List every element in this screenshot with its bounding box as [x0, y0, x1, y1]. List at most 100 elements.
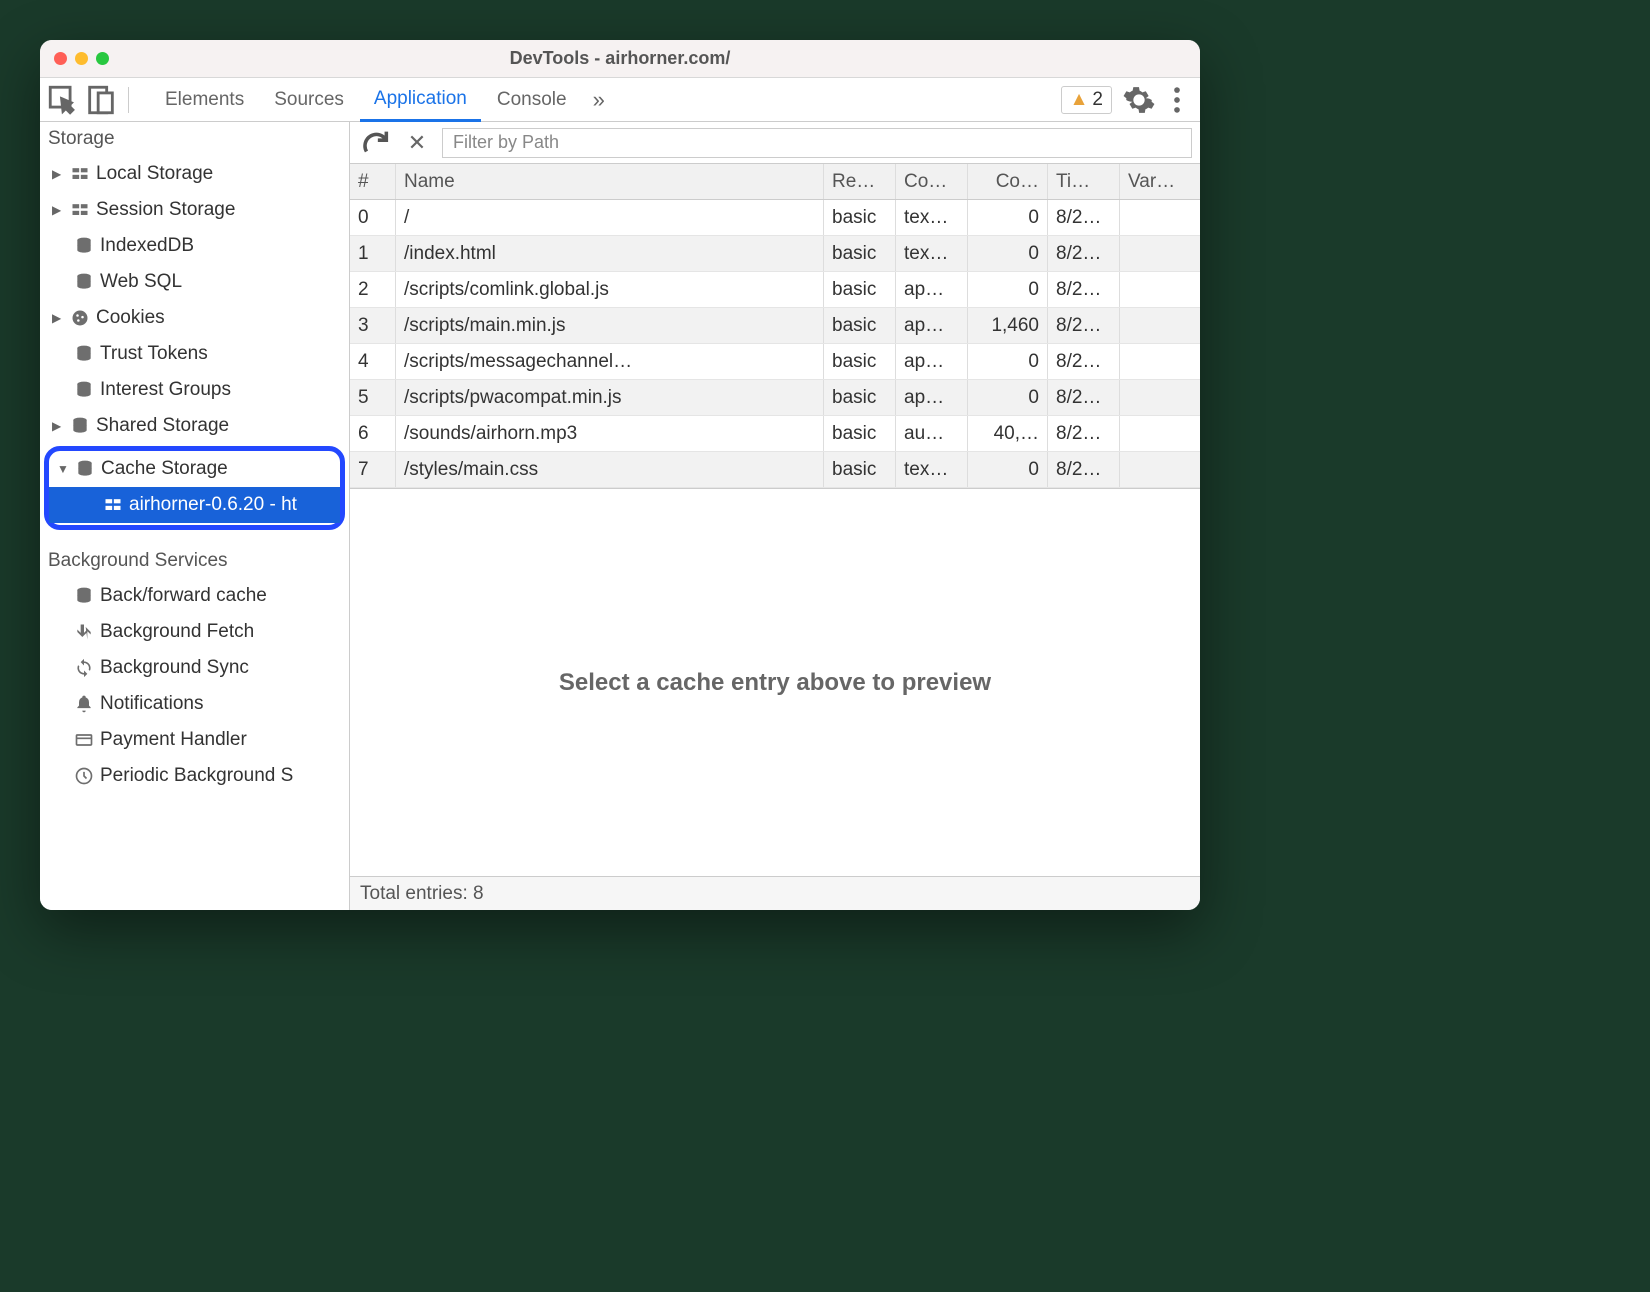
database-icon	[74, 344, 94, 364]
sidebar-item-trust-tokens[interactable]: Trust Tokens	[40, 336, 349, 372]
kebab-menu-icon[interactable]	[1160, 83, 1194, 117]
cell-co1: tex…	[896, 200, 968, 235]
label: Background Fetch	[100, 621, 254, 643]
sidebar-item-payment-handler[interactable]: Payment Handler	[40, 722, 349, 758]
sidebar-item-websql[interactable]: Web SQL	[40, 264, 349, 300]
label: Payment Handler	[100, 729, 247, 751]
table-row[interactable]: 2/scripts/comlink.global.jsbasicap…08/2…	[350, 272, 1200, 308]
cell-var	[1120, 200, 1200, 235]
sidebar-item-cookies[interactable]: ▶ Cookies	[40, 300, 349, 336]
tab-sources[interactable]: Sources	[260, 78, 358, 122]
more-tabs-icon[interactable]: »	[583, 87, 615, 113]
table-row[interactable]: 5/scripts/pwacompat.min.jsbasicap…08/2…	[350, 380, 1200, 416]
cell-re: basic	[824, 200, 896, 235]
refresh-icon[interactable]	[358, 126, 392, 160]
titlebar: DevTools - airhorner.com/	[40, 40, 1200, 78]
warning-icon: ▲	[1070, 89, 1089, 111]
label: Back/forward cache	[100, 585, 267, 607]
label: Background Sync	[100, 657, 249, 679]
filter-input[interactable]	[442, 128, 1192, 158]
panel-tabs: Elements Sources Application Console »	[151, 78, 1057, 122]
cell-var	[1120, 380, 1200, 415]
cell-co1: au…	[896, 416, 968, 451]
col-response[interactable]: Re…	[824, 164, 896, 199]
cell-co2: 0	[968, 272, 1048, 307]
sidebar-item-interest-groups[interactable]: Interest Groups	[40, 372, 349, 408]
sync-icon	[74, 658, 94, 678]
sidebar-item-session-storage[interactable]: ▶ Session Storage	[40, 192, 349, 228]
clear-icon[interactable]: ✕	[400, 126, 434, 160]
cell-co2: 1,460	[968, 308, 1048, 343]
cell-ti: 8/2…	[1048, 236, 1120, 271]
cell-idx: 7	[350, 452, 396, 487]
label: Notifications	[100, 693, 204, 715]
table-icon	[103, 495, 123, 515]
fetch-icon	[74, 622, 94, 642]
sidebar-item-back-forward-cache[interactable]: Back/forward cache	[40, 578, 349, 614]
sidebar-item-shared-storage[interactable]: ▶ Shared Storage	[40, 408, 349, 444]
tab-application[interactable]: Application	[360, 78, 481, 122]
label: airhorner-0.6.20 - ht	[129, 494, 297, 516]
cell-co2: 0	[968, 452, 1048, 487]
table-row[interactable]: 3/scripts/main.min.jsbasicap…1,4608/2…	[350, 308, 1200, 344]
cell-ti: 8/2…	[1048, 272, 1120, 307]
col-vary[interactable]: Var…	[1120, 164, 1200, 199]
label: Web SQL	[100, 271, 182, 293]
sidebar-item-background-fetch[interactable]: Background Fetch	[40, 614, 349, 650]
cell-var	[1120, 416, 1200, 451]
clock-icon	[74, 766, 94, 786]
sidebar-item-periodic-sync[interactable]: Periodic Background S	[40, 758, 349, 794]
preview-placeholder: Select a cache entry above to preview	[350, 488, 1200, 876]
filter-toolbar: ✕	[350, 122, 1200, 164]
device-toggle-icon[interactable]	[84, 83, 118, 117]
inspect-element-icon[interactable]	[46, 83, 80, 117]
table-row[interactable]: 0/basictex…08/2…	[350, 200, 1200, 236]
table-row[interactable]: 4/scripts/messagechannel…basicap…08/2…	[350, 344, 1200, 380]
cell-co1: tex…	[896, 236, 968, 271]
sidebar-item-cache-storage[interactable]: ▼ Cache Storage	[49, 451, 340, 487]
col-content-type[interactable]: Co…	[896, 164, 968, 199]
label: Shared Storage	[96, 415, 229, 437]
label: Local Storage	[96, 163, 213, 185]
tab-console[interactable]: Console	[483, 78, 581, 122]
warnings-badge[interactable]: ▲ 2	[1061, 86, 1112, 114]
label: Periodic Background S	[100, 765, 293, 787]
settings-icon[interactable]	[1122, 83, 1156, 117]
col-content-length[interactable]: Co…	[968, 164, 1048, 199]
label: IndexedDB	[100, 235, 194, 257]
cell-ti: 8/2…	[1048, 200, 1120, 235]
sidebar-item-local-storage[interactable]: ▶ Local Storage	[40, 156, 349, 192]
col-time[interactable]: Ti…	[1048, 164, 1120, 199]
table-row[interactable]: 6/sounds/airhorn.mp3basicau…40,…8/2…	[350, 416, 1200, 452]
table-row[interactable]: 7/styles/main.cssbasictex…08/2…	[350, 452, 1200, 488]
label: Cache Storage	[101, 458, 228, 480]
cell-name: /styles/main.css	[396, 452, 824, 487]
cell-name: /scripts/comlink.global.js	[396, 272, 824, 307]
cell-co2: 0	[968, 200, 1048, 235]
col-name[interactable]: Name	[396, 164, 824, 199]
cell-name: /scripts/messagechannel…	[396, 344, 824, 379]
bell-icon	[74, 694, 94, 714]
cell-re: basic	[824, 308, 896, 343]
cookie-icon	[70, 308, 90, 328]
sidebar-item-notifications[interactable]: Notifications	[40, 686, 349, 722]
cache-storage-highlight: ▼ Cache Storage airhorner-0.6.20 - ht	[44, 446, 345, 530]
section-background-services: Background Services	[40, 544, 349, 578]
cell-name: /sounds/airhorn.mp3	[396, 416, 824, 451]
cell-idx: 3	[350, 308, 396, 343]
cell-re: basic	[824, 452, 896, 487]
sidebar-item-cache-entry[interactable]: airhorner-0.6.20 - ht	[49, 487, 340, 523]
label: Interest Groups	[100, 379, 231, 401]
table-row[interactable]: 1/index.htmlbasictex…08/2…	[350, 236, 1200, 272]
tab-elements[interactable]: Elements	[151, 78, 258, 122]
cell-re: basic	[824, 344, 896, 379]
col-index[interactable]: #	[350, 164, 396, 199]
cell-name: /index.html	[396, 236, 824, 271]
cell-var	[1120, 344, 1200, 379]
sidebar-item-background-sync[interactable]: Background Sync	[40, 650, 349, 686]
card-icon	[74, 730, 94, 750]
cache-entries-table: # Name Re… Co… Co… Ti… Var… 0/basictex…0…	[350, 164, 1200, 488]
cell-var	[1120, 308, 1200, 343]
sidebar-item-indexeddb[interactable]: IndexedDB	[40, 228, 349, 264]
expand-icon: ▶	[52, 311, 64, 325]
